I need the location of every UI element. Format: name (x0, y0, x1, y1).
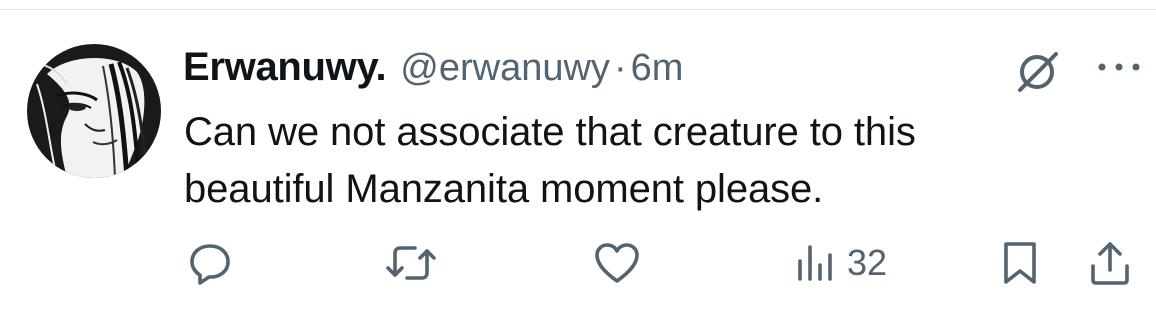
tweet-text: Can we not associate that creature to th… (184, 104, 1104, 218)
reply-icon (190, 244, 230, 285)
more-options-icon[interactable] (1094, 57, 1144, 77)
like-button[interactable] (593, 240, 641, 286)
retweet-icon (386, 246, 436, 280)
heart-icon (595, 243, 639, 283)
views-count: 32 (847, 242, 888, 283)
bookmark-icon (1004, 242, 1036, 284)
avatar[interactable] (27, 44, 161, 178)
author-name[interactable]: Erwanuwy. (183, 45, 387, 90)
tweet-text-line: beautiful Manzanita moment please. (184, 167, 824, 211)
top-divider (0, 9, 1156, 10)
separator-dot: · (613, 47, 627, 89)
share-button[interactable] (1088, 240, 1132, 286)
grok-icon[interactable] (1014, 50, 1062, 94)
views-icon (798, 245, 832, 281)
timestamp[interactable]: 6m (631, 47, 684, 90)
views-button[interactable]: 32 (795, 240, 887, 286)
tweet-text-line: Can we not associate that creature to th… (184, 110, 916, 154)
bookmark-button[interactable] (1000, 240, 1040, 286)
avatar-image (27, 44, 161, 178)
tweet-header: Erwanuwy. @erwanuwy · 6m (183, 45, 683, 89)
author-handle[interactable]: @erwanuwy (400, 47, 610, 90)
retweet-button[interactable] (385, 240, 437, 286)
share-icon (1091, 242, 1129, 285)
reply-button[interactable] (188, 240, 232, 286)
